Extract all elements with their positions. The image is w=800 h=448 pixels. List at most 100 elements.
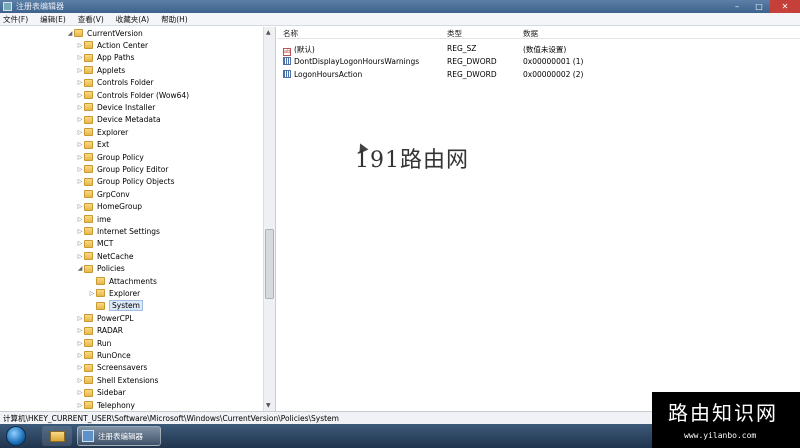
tree-item-label: Controls Folder	[97, 78, 154, 88]
taskbar-regedit-button[interactable]: 注册表编辑器	[77, 426, 161, 446]
value-data: (数值未设置)	[523, 45, 567, 54]
tree-item[interactable]: ◢ Policies	[76, 263, 125, 275]
tree-item[interactable]: ▷ PowerCPL	[76, 312, 134, 324]
value-row[interactable]: DontDisplayLogonHoursWarnings REG_DWORD …	[277, 55, 800, 67]
expand-arrow-icon[interactable]: ◢	[76, 265, 84, 272]
folder-icon	[84, 66, 93, 75]
scroll-down-icon[interactable]: ▼	[266, 402, 271, 409]
expand-arrow-icon[interactable]: ▷	[76, 92, 84, 99]
tree-item[interactable]: ▷ Device Metadata	[76, 114, 161, 126]
expand-arrow-icon[interactable]: ▷	[76, 154, 84, 161]
tree-item[interactable]: ▷ NetCache	[76, 250, 134, 262]
tree-item[interactable]: ▷ Telephony	[76, 399, 135, 411]
tree-item-label: Sidebar	[97, 388, 126, 398]
expand-arrow-icon[interactable]: ▷	[76, 240, 84, 247]
expand-arrow-icon[interactable]: ▷	[76, 352, 84, 359]
value-row[interactable]: LogonHoursAction REG_DWORD 0x00000002 (2…	[277, 68, 800, 80]
tree-item[interactable]: ▷ Shell Extensions	[76, 374, 159, 386]
expand-arrow-icon[interactable]: ▷	[76, 141, 84, 148]
tree-item[interactable]: ▷ Explorer	[88, 287, 141, 299]
tree-item[interactable]: Attachments	[88, 275, 157, 287]
expand-arrow-icon[interactable]: ▷	[76, 216, 84, 223]
tree-item[interactable]: ▷ Internet Settings	[76, 225, 160, 237]
menu-view[interactable]: 查看(V)	[78, 14, 104, 25]
column-data-header[interactable]: 数据	[523, 28, 538, 39]
tree-item[interactable]: ▷ HomeGroup	[76, 201, 142, 213]
values-list[interactable]: 名称 类型 数据 ab (默认) REG_SZ (数值未设置) DontDispl…	[277, 27, 800, 411]
tree-item[interactable]: ▷ RADAR	[76, 325, 123, 337]
expand-arrow-icon[interactable]: ▷	[76, 67, 84, 74]
taskbar-explorer-button[interactable]	[42, 426, 72, 446]
regedit-app-icon	[3, 2, 12, 11]
window-title: 注册表编辑器	[16, 2, 64, 11]
tree-item-label: Telephony	[97, 400, 135, 410]
menu-edit[interactable]: 编辑(E)	[40, 14, 66, 25]
expand-arrow-icon[interactable]: ▷	[76, 377, 84, 384]
tree-item[interactable]: ▷ Applets	[76, 64, 126, 76]
value-row[interactable]: ab (默认) REG_SZ (数值未设置)	[277, 42, 800, 56]
menu-file[interactable]: 文件(F)	[3, 14, 28, 25]
start-button[interactable]	[6, 426, 26, 446]
expand-arrow-icon[interactable]: ▷	[76, 116, 84, 123]
folder-icon	[84, 103, 93, 112]
expand-arrow-icon[interactable]: ▷	[88, 290, 96, 297]
folder-icon	[96, 277, 105, 285]
expand-arrow-icon[interactable]: ▷	[76, 79, 84, 86]
tree-item[interactable]: ▷ Device Installer	[76, 101, 156, 113]
expand-arrow-icon[interactable]: ▷	[76, 327, 84, 334]
expand-arrow-icon[interactable]: ▷	[76, 315, 84, 322]
expand-arrow-icon[interactable]: ▷	[76, 402, 84, 409]
tree-item[interactable]: ▷ Run	[76, 337, 112, 349]
tree-item[interactable]: ▷ Group Policy Editor	[76, 163, 169, 175]
tree-vertical-scrollbar[interactable]: ▲ ▼	[263, 27, 275, 411]
tree-item-label: CurrentVersion	[87, 28, 143, 38]
tree-item-label: Group Policy Objects	[97, 177, 175, 187]
menu-favorites[interactable]: 收藏夹(A)	[116, 14, 149, 25]
tree-item[interactable]: ▷ Ext	[76, 139, 109, 151]
tree-item[interactable]: System	[88, 300, 143, 312]
expand-arrow-icon[interactable]: ▷	[76, 104, 84, 111]
close-button[interactable]: ✕	[770, 0, 800, 13]
scrollbar-thumb[interactable]	[265, 229, 274, 299]
column-type-header[interactable]: 类型	[447, 28, 462, 39]
tree-item[interactable]: ▷ Controls Folder (Wow64)	[76, 89, 189, 101]
tree-item[interactable]: ▷ Sidebar	[76, 387, 126, 399]
tree-item[interactable]: GrpConv	[76, 188, 130, 200]
expand-arrow-icon[interactable]: ▷	[76, 178, 84, 185]
folder-icon	[84, 165, 93, 174]
expand-arrow-icon[interactable]: ▷	[76, 389, 84, 396]
tree-item[interactable]: ▷ Action Center	[76, 39, 148, 51]
expand-arrow-icon[interactable]: ▷	[76, 42, 84, 49]
expand-arrow-icon[interactable]: ▷	[76, 129, 84, 136]
menu-help[interactable]: 帮助(H)	[161, 14, 188, 25]
column-name-header[interactable]: 名称	[283, 28, 298, 39]
expand-arrow-icon[interactable]: ▷	[76, 340, 84, 347]
tree-item[interactable]: ▷ Screensavers	[76, 362, 148, 374]
tree-item[interactable]: ▷ RunOnce	[76, 349, 131, 361]
expand-arrow-icon[interactable]: ▷	[76, 228, 84, 235]
title-bar: 注册表编辑器 – □ ✕	[0, 0, 800, 13]
tree-item[interactable]: ▷ Controls Folder	[76, 77, 154, 89]
expand-arrow-icon[interactable]: ▷	[76, 203, 84, 210]
registry-tree[interactable]: ◢ CurrentVersion ▷ Action Center ▷ App Path…	[0, 27, 276, 411]
tree-item[interactable]: ▷ MCT	[76, 238, 114, 250]
folder-icon	[84, 314, 93, 323]
regedit-task-icon	[82, 430, 94, 442]
expand-arrow-icon[interactable]: ▷	[76, 364, 84, 371]
scroll-up-icon[interactable]: ▲	[266, 29, 271, 36]
expand-arrow-icon[interactable]: ▷	[76, 166, 84, 173]
tree-item-label: GrpConv	[97, 189, 130, 199]
tree-item-label: HomeGroup	[97, 202, 142, 212]
expand-arrow-icon[interactable]: ▷	[76, 54, 84, 61]
tree-item[interactable]: ▷ App Paths	[76, 52, 135, 64]
tree-item[interactable]: ▷ Explorer	[76, 126, 129, 138]
tree-item-currentversion[interactable]: ◢ CurrentVersion	[66, 27, 143, 39]
expand-arrow-icon[interactable]: ▷	[76, 253, 84, 260]
expand-arrow-icon[interactable]: ◢	[66, 30, 74, 37]
tree-item[interactable]: ▷ ime	[76, 213, 111, 225]
tree-item[interactable]: ▷ Group Policy	[76, 151, 144, 163]
maximize-button[interactable]: □	[748, 0, 770, 13]
tree-item[interactable]: ▷ Group Policy Objects	[76, 176, 175, 188]
value-type: REG_DWORD	[447, 57, 497, 66]
minimize-button[interactable]: –	[726, 0, 748, 13]
